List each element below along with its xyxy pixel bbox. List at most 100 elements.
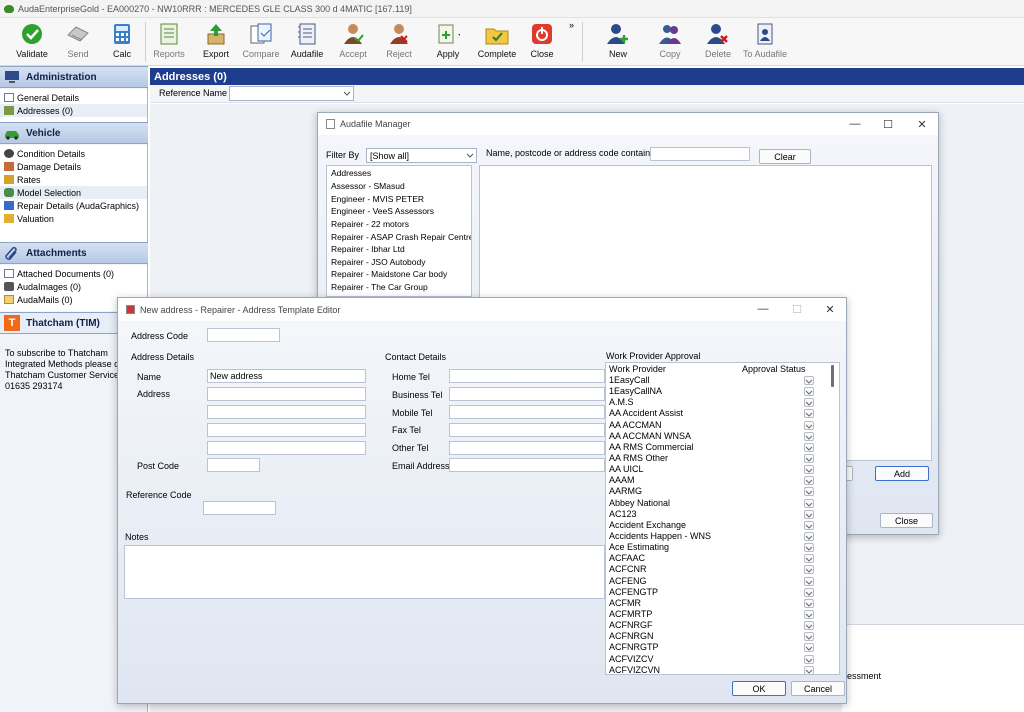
validate-button[interactable]: Validate [14,22,50,64]
export-button[interactable]: Export [198,22,234,64]
minimize-button[interactable]: — [848,117,862,131]
send-button[interactable]: Send [60,22,96,64]
approval-status-dropdown[interactable] [804,598,814,608]
add-button[interactable]: Add [875,466,929,481]
approval-status-dropdown[interactable] [804,665,814,674]
table-row[interactable]: AA UICL [606,464,839,475]
table-row[interactable]: ACFENG [606,576,839,587]
delete-button[interactable]: Delete [700,22,736,64]
approval-status-dropdown[interactable] [804,465,814,475]
section-header-vehicle[interactable]: Vehicle [0,122,148,144]
table-row[interactable]: ACFCNR [606,564,839,575]
section-header-administration[interactable]: Administration [0,66,148,88]
approval-status-dropdown[interactable] [804,576,814,586]
cancel-button[interactable]: Cancel [791,681,845,696]
approval-status-dropdown[interactable] [804,509,814,519]
calc-button[interactable]: Calc [107,22,137,64]
address-code-field[interactable] [207,328,280,342]
table-row[interactable]: A.M.S [606,397,839,408]
nav-model-selection[interactable]: Model Selection [0,186,147,199]
list-item[interactable]: Engineer - VeeS Assessors [327,205,471,218]
table-row[interactable]: ACFMR [606,598,839,609]
new-button[interactable]: New [600,22,636,64]
table-row[interactable]: ACFNRGN [606,631,839,642]
approval-status-dropdown[interactable] [804,621,814,631]
reference-name-select[interactable] [229,86,354,101]
reports-button[interactable]: Reports [151,22,187,64]
apply-button[interactable]: Apply [430,22,466,64]
address-line-3-field[interactable] [207,423,366,437]
table-row[interactable]: ACFENGTP [606,587,839,598]
scrollbar-thumb[interactable] [831,365,834,387]
approval-status-dropdown[interactable] [804,632,814,642]
approval-status-dropdown[interactable] [804,376,814,385]
nav-valuation[interactable]: Valuation [0,212,147,225]
nav-attached-documents[interactable]: Attached Documents (0) [0,267,147,280]
table-row[interactable]: AA RMS Other [606,453,839,464]
approval-status-dropdown[interactable] [804,643,814,653]
audafile-manager-titlebar[interactable]: Audafile Manager — ☐ ✕ [318,113,938,135]
table-row[interactable]: ACFNRGF [606,620,839,631]
table-row[interactable]: ACFVIZCV [606,654,839,665]
reject-button[interactable]: Reject [382,22,416,64]
nav-rates[interactable]: Rates [0,173,147,186]
table-row[interactable]: AA Accident Assist [606,408,839,419]
approval-status-dropdown[interactable] [804,398,814,408]
search-input[interactable] [650,147,750,161]
approval-status-dropdown[interactable] [804,431,814,441]
approval-status-dropdown[interactable] [804,409,814,419]
table-row[interactable]: Accidents Happen - WNS [606,531,839,542]
approval-status-dropdown[interactable] [804,498,814,508]
close-manager-button[interactable]: Close [880,513,933,528]
nav-damage-details[interactable]: Damage Details [0,160,147,173]
copy-button[interactable]: Copy [652,22,688,64]
ok-button[interactable]: OK [732,681,786,696]
approval-status-dropdown[interactable] [804,476,814,486]
approval-status-dropdown[interactable] [804,565,814,575]
address-line-4-field[interactable] [207,441,366,455]
table-row[interactable]: AC123 [606,509,839,520]
list-item[interactable]: Repairer - Maidstone Car body [327,268,471,281]
approval-status-dropdown[interactable] [804,554,814,564]
notes-textarea[interactable] [124,545,605,599]
address-line-2-field[interactable] [207,405,366,419]
approval-status-dropdown[interactable] [804,531,814,541]
table-row[interactable]: Ace Estimating [606,542,839,553]
list-item[interactable]: Assessor - SMasud [327,180,471,193]
approval-status-dropdown[interactable] [804,587,814,597]
table-row[interactable]: AAAM [606,475,839,486]
section-header-attachments[interactable]: Attachments [0,242,148,264]
close-button[interactable]: Close [526,22,558,64]
compare-button[interactable]: Compare [240,22,282,64]
table-row[interactable]: ACFAAC [606,553,839,564]
accept-button[interactable]: Accept [336,22,370,64]
close-window-button[interactable]: ✕ [915,117,929,131]
address-editor-titlebar[interactable]: New address - Repairer - Address Templat… [118,298,846,321]
nav-general-details[interactable]: General Details [0,91,147,104]
list-item[interactable]: Repairer - 22 motors [327,218,471,231]
table-row[interactable]: ACFNRGTP [606,642,839,653]
table-row[interactable]: AA RMS Commercial [606,442,839,453]
home-tel-field[interactable] [449,369,605,383]
other-tel-field[interactable] [449,441,605,455]
complete-button[interactable]: Complete [476,22,518,64]
work-provider-scrollbar[interactable] [828,363,839,674]
maximize-button[interactable]: ☐ [881,117,895,131]
close-window-button[interactable]: ✕ [823,302,837,316]
table-row[interactable]: Abbey National [606,498,839,509]
filter-by-select[interactable]: [Show all] [366,148,477,163]
addresses-list[interactable]: Addresses Assessor - SMasud Engineer - M… [326,165,472,297]
table-row[interactable]: 1EasyCall [606,375,839,386]
mobile-tel-field[interactable] [449,405,605,419]
approval-status-dropdown[interactable] [804,453,814,463]
business-tel-field[interactable] [449,387,605,401]
toolbar-overflow-chevron[interactable]: » [569,20,574,30]
approval-status-dropdown[interactable] [804,387,814,397]
approval-status-dropdown[interactable] [804,420,814,430]
to-audafile-button[interactable]: To Audafile [740,22,790,64]
approval-status-dropdown[interactable] [804,609,814,619]
post-code-field[interactable] [207,458,260,472]
nav-addresses[interactable]: Addresses (0) [0,104,147,117]
nav-repair-details[interactable]: Repair Details (AudaGraphics) [0,199,147,212]
list-item[interactable]: Repairer - The Car Group [327,281,471,294]
